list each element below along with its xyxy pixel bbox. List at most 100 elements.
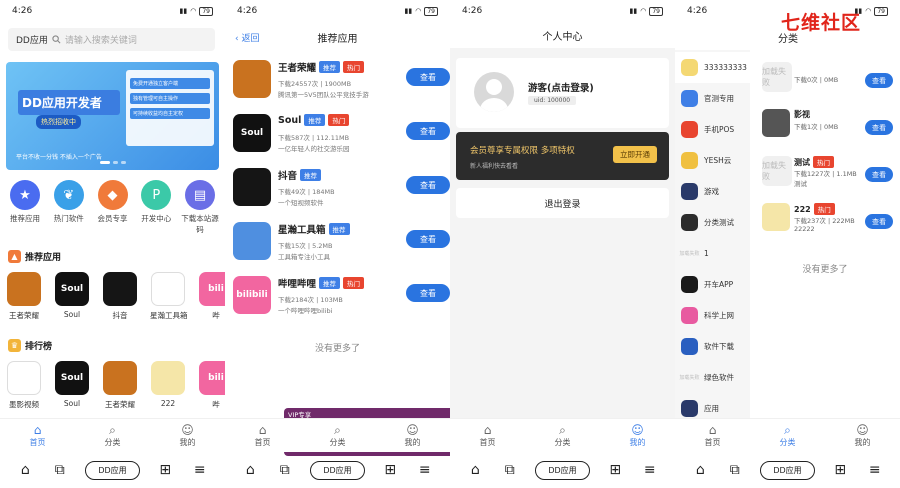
quick-dev[interactable]: P 开发中心 <box>135 180 177 235</box>
app-tile[interactable]: Soul Soul <box>54 272 90 321</box>
app-tile[interactable]: bili 哔 <box>198 361 225 410</box>
app-list-item[interactable]: bilibili 哔哩哔哩 推荐 热门 VIP专享 下载2184次 | 103MB 一个哔哩… <box>233 276 450 456</box>
download-meta: 下载0次 | 0MB <box>794 76 839 84</box>
view-button[interactable]: 查看 <box>406 284 450 302</box>
home-icon[interactable]: ⌂ <box>16 462 34 478</box>
view-button[interactable]: 查看 <box>406 176 450 194</box>
view-button[interactable]: 查看 <box>406 122 450 140</box>
guest-login-label[interactable]: 游客(点击登录) <box>528 80 594 94</box>
tab-mine[interactable]: ☺ 我的 <box>383 423 443 448</box>
app-list-item[interactable]: 王者荣耀 推荐 热门 下载24557次 | 1900MB 腾讯第一5V5团队公平竞技手游… <box>233 60 450 104</box>
tab-home[interactable]: ⌂ 首页 <box>683 423 743 448</box>
app-switcher-pill[interactable]: DD应用 <box>310 460 365 480</box>
tab-category[interactable]: ⌕ 分类 <box>758 423 818 448</box>
home-icon[interactable]: ⌂ <box>691 462 709 478</box>
app-icon: Soul <box>55 272 89 306</box>
app-list-item[interactable]: 星瀚工具箱 推荐 下载15次 | 5.2MB 工具箱专注小工具 查看 <box>233 222 450 266</box>
grid-icon[interactable]: ⊞ <box>156 462 174 478</box>
menu-icon[interactable]: ≡ <box>641 462 659 478</box>
tabs-icon[interactable]: ⧉ <box>726 462 744 478</box>
app-tile[interactable]: 星瀚工具箱 <box>150 272 188 321</box>
menu-icon[interactable]: ≡ <box>416 462 434 478</box>
app-tile[interactable]: 墨影视频 <box>6 361 42 410</box>
developer-banner[interactable]: DD应用开发者 热烈招收中 平台不收一分钱 不插入一个广告 免费开通独立客户端 … <box>6 62 219 170</box>
bottom-tabbar: ⌂ 首页 ⌕ 分类 ☺ 我的 <box>0 418 225 452</box>
view-button[interactable]: 查看 <box>865 120 893 135</box>
vip-open-button[interactable]: 立即开通 <box>613 146 657 163</box>
category-list-item[interactable]: 影视 下载1次 | 0MB 查看 <box>762 109 893 153</box>
quick-vip[interactable]: ◆ 会员专享 <box>92 180 134 235</box>
quick-source[interactable]: ▤ 下载本站源码 <box>179 180 221 235</box>
sidebar-item[interactable]: 分类测试 <box>675 207 750 238</box>
tab-home[interactable]: ⌂ 首页 <box>8 423 68 448</box>
app-tile[interactable]: Soul Soul <box>54 361 90 410</box>
sidebar-item-label: 科学上网 <box>704 311 734 320</box>
menu-icon[interactable]: ≡ <box>866 462 884 478</box>
tabs-icon[interactable]: ⧉ <box>51 462 69 478</box>
app-tile[interactable]: 王者荣耀 <box>102 361 138 410</box>
wifi-icon: ◠ <box>190 7 197 15</box>
app-title: 王者荣耀 <box>278 63 317 74</box>
app-icon <box>103 272 137 306</box>
view-button[interactable]: 查看 <box>406 68 450 86</box>
back-button[interactable]: ‹ 返回 <box>235 31 259 44</box>
search-bar[interactable]: DD应用 请输入搜索关键词 <box>8 28 215 51</box>
app-switcher-pill[interactable]: DD应用 <box>535 460 590 480</box>
sidebar-item[interactable]: 官测专用 <box>675 83 750 114</box>
tab-mine[interactable]: ☺ 我的 <box>833 423 893 448</box>
app-tile[interactable]: bili 哔 <box>198 272 225 321</box>
menu-icon[interactable]: ≡ <box>191 462 209 478</box>
app-switcher-pill[interactable]: DD应用 <box>760 460 815 480</box>
app-list-item[interactable]: 抖音 推荐 下载49次 | 184MB 一个短视频软件 查看 <box>233 168 450 212</box>
sidebar-item[interactable]: 开车APP <box>675 269 750 300</box>
category-list-item[interactable]: 加载失败 测试 热门 下载1227次 | 1.1MB 测试 查看 <box>762 156 893 200</box>
app-description: 一个哔哩哔哩bilibi <box>278 307 333 315</box>
grid-icon[interactable]: ⊞ <box>831 462 849 478</box>
sidebar-item[interactable]: 游戏 <box>675 176 750 207</box>
sidebar-item[interactable]: 333333333 <box>675 52 750 83</box>
system-nav: ⌂ ⧉ DD应用 ⊞ ≡ <box>225 452 450 488</box>
app-list-item[interactable]: Soul Soul 推荐 热门 下载587次 | 112.11MB 一亿年轻人的社交游乐园… <box>233 114 450 158</box>
app-switcher-pill[interactable]: DD应用 <box>85 460 140 480</box>
tabs-icon[interactable]: ⧉ <box>501 462 519 478</box>
avatar[interactable] <box>474 72 514 112</box>
sidebar-item[interactable]: 应用 <box>675 393 750 418</box>
profile-card[interactable]: 游客(点击登录) uid: 100000 <box>456 58 669 128</box>
tab-home[interactable]: ⌂ 首页 <box>458 423 518 448</box>
home-icon[interactable]: ⌂ <box>241 462 259 478</box>
sidebar-item[interactable]: 科学上网 <box>675 300 750 331</box>
app-tile[interactable]: 抖音 <box>102 272 138 321</box>
sidebar-item[interactable]: 加载失败 1 <box>675 238 750 269</box>
tab-home[interactable]: ⌂ 首页 <box>233 423 293 448</box>
sidebar-item[interactable]: 加载失败 绿色软件 <box>675 362 750 393</box>
logout-button[interactable]: 退出登录 <box>456 188 669 218</box>
tab-category[interactable]: ⌕ 分类 <box>308 423 368 448</box>
tab-mine[interactable]: ☺ 我的 <box>158 423 218 448</box>
app-tile[interactable]: 王者荣耀 <box>6 272 42 321</box>
app-icon: Soul <box>233 114 271 152</box>
sidebar-item[interactable]: 软件下载 <box>675 331 750 362</box>
view-button[interactable]: 查看 <box>865 167 893 182</box>
category-list-item[interactable]: 加载失败 下载0次 | 0MB 查看 <box>762 62 893 106</box>
grid-icon[interactable]: ⊞ <box>381 462 399 478</box>
download-meta: 下载1227次 | 1.1MB <box>794 170 857 178</box>
search-input[interactable]: 请输入搜索关键词 <box>65 33 137 46</box>
app-icon <box>762 203 790 231</box>
quick-recommend[interactable]: ★ 推荐应用 <box>4 180 46 235</box>
tab-category[interactable]: ⌕ 分类 <box>533 423 593 448</box>
home-icon[interactable]: ⌂ <box>466 462 484 478</box>
tab-category[interactable]: ⌕ 分类 <box>83 423 143 448</box>
category-list-item[interactable]: 222 热门 下载237次 | 222MB 22222 查看 <box>762 203 893 247</box>
view-button[interactable]: 查看 <box>406 230 450 248</box>
sidebar-item[interactable]: YESH云 <box>675 145 750 176</box>
tabs-icon[interactable]: ⧉ <box>276 462 294 478</box>
view-button[interactable]: 查看 <box>865 214 893 229</box>
view-button[interactable]: 查看 <box>865 73 893 88</box>
sidebar-item[interactable]: 手机POS <box>675 114 750 145</box>
recommend-row: 王者荣耀 Soul Soul 抖音 星瀚工具箱 bili 哔 <box>6 272 225 321</box>
grid-icon[interactable]: ⊞ <box>606 462 624 478</box>
app-tile[interactable]: 222 <box>150 361 186 410</box>
signal-icon: ▮▮ <box>629 7 638 15</box>
quick-hot[interactable]: ❦ 热门软件 <box>48 180 90 235</box>
tab-mine[interactable]: ☺ 我的 <box>608 423 668 448</box>
